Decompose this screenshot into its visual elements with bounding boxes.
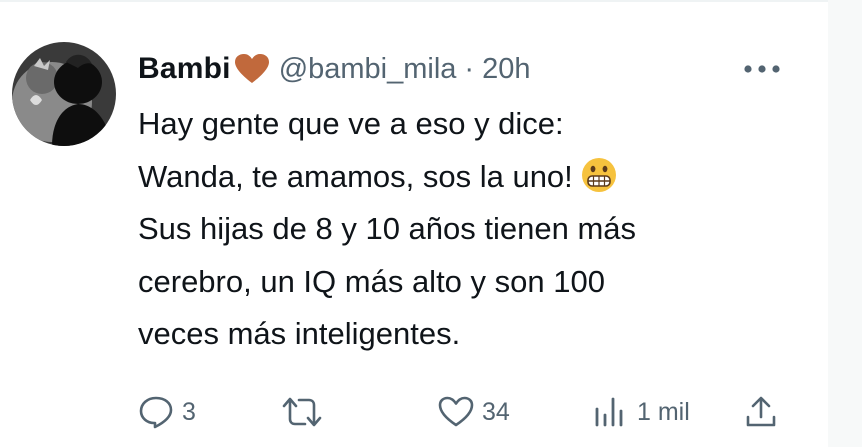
retweet-button[interactable] <box>280 387 332 437</box>
reply-count: 3 <box>182 397 196 426</box>
share-button[interactable] <box>744 387 778 437</box>
tweet-text-line: Hay gente que ve a eso y dice: <box>138 106 564 141</box>
avatar[interactable] <box>12 42 116 146</box>
author-handle[interactable]: @bambi_mila <box>279 53 457 86</box>
brown-heart-icon <box>234 54 269 84</box>
views-count: 1 mil <box>637 397 690 426</box>
like-count: 34 <box>482 397 510 426</box>
tweet-text: Hay gente que ve a eso y dice: Wanda, te… <box>138 98 808 361</box>
retweet-icon <box>282 397 322 427</box>
tweet-text-line: Sus hijas de 8 y 10 años tienen más <box>138 211 637 246</box>
tweet-time[interactable]: 20h <box>482 53 530 86</box>
tweet-text-line: cerebro, un IQ más alto y son 100 <box>138 263 605 299</box>
tweet-text-segment: Wanda, te amamos, sos la uno! <box>138 158 573 194</box>
heart-outline-icon <box>438 396 474 427</box>
reply-button[interactable]: 3 <box>138 387 196 437</box>
tweet-header: Bambi @bambi_mila · 20h <box>138 48 530 90</box>
separator-dot: · <box>464 52 475 85</box>
author-name[interactable]: Bambi <box>138 52 231 86</box>
tweet-actions: 3 34 1 mil <box>138 387 798 437</box>
tweet-card[interactable]: Bambi @bambi_mila · 20h Hay gente que ve… <box>0 0 828 447</box>
views-button[interactable]: 1 mil <box>593 387 690 437</box>
page-side-background <box>828 0 862 447</box>
reply-bubble-icon <box>139 396 173 429</box>
like-button[interactable]: 34 <box>438 387 510 437</box>
views-bar-chart-icon <box>595 397 623 427</box>
share-upload-icon <box>746 396 776 427</box>
more-dots-icon <box>744 65 780 73</box>
avatar-silhouette-icon <box>12 42 116 146</box>
more-button[interactable] <box>738 54 786 84</box>
tweet-text-line: veces más inteligentes. <box>138 316 461 351</box>
tweet-text-line: Wanda, te amamos, sos la uno! <box>138 151 808 204</box>
grimacing-face-icon <box>581 157 617 193</box>
